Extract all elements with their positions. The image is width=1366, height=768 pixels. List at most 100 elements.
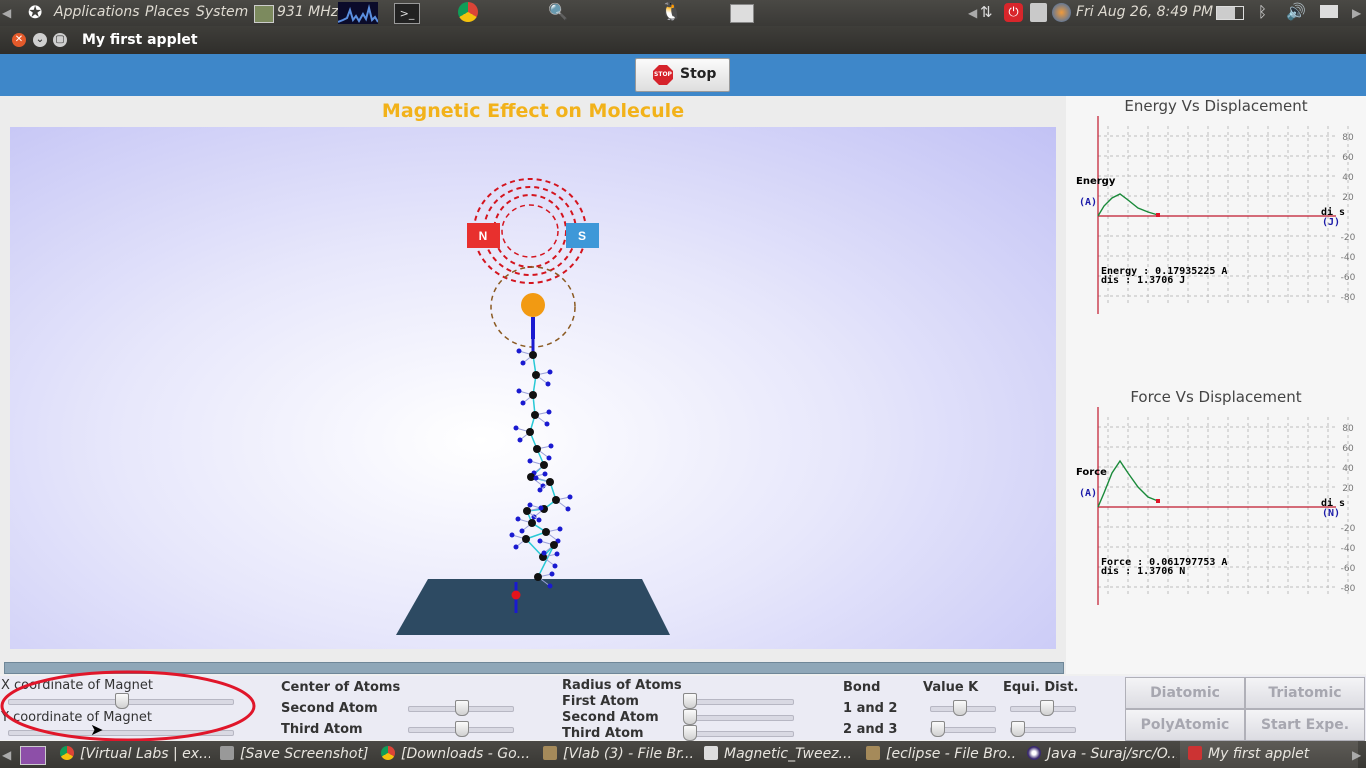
force-graph-title: Force Vs Displacement [1130,388,1302,406]
taskbar-left-arrow-icon[interactable]: ◀ [2,748,11,762]
stop-button-label: Stop [680,66,717,82]
tick-label: 40 [1342,173,1354,183]
terminal-icon[interactable]: >_ [394,3,420,24]
tick-label: -40 [1341,544,1356,554]
minimize-window-icon[interactable]: ⌄ [33,33,47,47]
value-k-label: Value K [923,680,979,695]
system-monitor-graph-icon[interactable] [338,2,378,24]
radius-second-atom-thumb[interactable] [683,709,697,725]
simulation-title: Magnetic Effect on Molecule [381,100,685,122]
close-window-icon[interactable]: ✕ [12,33,26,47]
x-magnet-slider-thumb[interactable] [115,693,129,709]
places-menu[interactable]: Places [145,4,190,20]
task-downloads[interactable]: [Downloads - Go... [381,741,531,768]
maximize-window-icon[interactable]: ▢ [53,33,67,47]
y-axis-name: Energy [1076,176,1116,187]
tick-label: -60 [1341,273,1356,283]
applications-menu[interactable]: Applications [54,4,140,20]
task-magnetic-tweez[interactable]: Magnetic_Tweez... [704,741,854,768]
panel-left-arrow-icon[interactable]: ◀ [2,6,11,20]
tick-label: 60 [1342,153,1354,163]
screenshot-tool-icon[interactable] [730,4,754,23]
cpu-chip-icon [254,5,274,23]
start-experiment-button[interactable]: Start Expe. [1245,709,1365,741]
tux-penguin-icon[interactable]: 🐧 [660,1,682,22]
bond-1-2-dist-thumb[interactable] [1040,700,1054,716]
panel-right-arrow-icon[interactable]: ◀ [968,6,977,20]
panel-scroll-right-icon[interactable]: ▶ [1352,6,1361,20]
center-of-atoms-label: Center of Atoms [281,680,401,695]
folder-icon [543,746,557,760]
tick-label: 80 [1342,133,1354,143]
tick-label: -60 [1341,564,1356,574]
readout-displacement: dis : 1.3706 N [1101,565,1185,577]
volume-icon[interactable]: 🔊 [1286,2,1306,21]
current-point-marker [1156,499,1160,503]
radius-third-atom-thumb[interactable] [683,725,697,741]
molecule-chain [509,339,573,589]
anchor-atom-red [511,590,521,600]
window-titlebar: ✕ ⌄ ▢ My first applet [0,26,1366,54]
mouse-cursor-icon: ➤ [90,720,104,739]
first-atom-orange [521,293,545,317]
energy-graph-title: Energy Vs Displacement [1124,97,1308,115]
bond-1-2-k-thumb[interactable] [953,700,967,716]
task-save-screenshot[interactable]: [Save Screenshot] [220,741,370,768]
bond-label: Bond [843,680,881,695]
trash-icon[interactable] [1030,3,1047,22]
equi-dist-label: Equi. Dist. [1003,680,1079,695]
ubuntu-logo-icon[interactable]: ✪ [28,3,42,23]
tick-label: -40 [1341,253,1356,263]
tick-label: 40 [1342,464,1354,474]
magnet-north-label: N [479,229,488,243]
chrome-launcher-icon[interactable] [458,2,478,22]
browser-globe-icon[interactable] [1052,3,1071,22]
triatomic-button[interactable]: Triatomic [1245,677,1365,709]
bond-2-3-k-thumb[interactable] [931,721,945,737]
task-virtual-labs[interactable]: [Virtual Labs | ex... [60,741,210,768]
tick-label: -80 [1341,584,1356,594]
task-my-first-applet[interactable]: My first applet [1180,741,1358,768]
radius-first-atom-thumb[interactable] [683,693,697,709]
power-icon[interactable]: ⏻ [1004,3,1023,22]
horizontal-scrollbar[interactable] [4,662,1064,674]
center-third-atom-thumb[interactable] [455,721,469,737]
network-updown-icon[interactable]: ⇅ [980,3,993,21]
show-desktop-icon[interactable] [20,746,46,765]
radius-of-atoms-label: Radius of Atoms [562,678,682,693]
task-eclipse-file-browser[interactable]: [eclipse - File Bro... [866,741,1016,768]
taskbar-right-arrow-icon[interactable]: ▶ [1352,748,1361,762]
center-third-atom-label: Third Atom [281,722,363,737]
stop-button[interactable]: STOP Stop [635,58,730,92]
tick-label: 60 [1342,444,1354,454]
radius-second-atom-track[interactable] [686,715,794,721]
x-magnet-label: X coordinate of Magnet [1,678,153,693]
bond-2-3-label: 2 and 3 [843,722,898,737]
tick-label: 20 [1342,484,1354,494]
tick-label: 20 [1342,193,1354,203]
radius-third-atom-track[interactable] [686,731,794,737]
bond-2-3-dist-thumb[interactable] [1011,721,1025,737]
camera-icon [220,746,234,760]
diatomic-button[interactable]: Diatomic [1125,677,1245,709]
readout-displacement: dis : 1.3706 J [1101,274,1185,286]
system-menu[interactable]: System [196,4,248,20]
radius-first-atom-track[interactable] [686,699,794,705]
clock[interactable]: Fri Aug 26, 8:49 PM [1076,4,1213,20]
task-java-eclipse[interactable]: Java - Suraj/src/O... [1027,741,1177,768]
task-vlab-file-browser[interactable]: [Vlab (3) - File Br... [543,741,693,768]
center-second-atom-thumb[interactable] [455,700,469,716]
battery-icon[interactable] [1216,6,1244,20]
polyatomic-button[interactable]: PolyAtomic [1125,709,1245,741]
energy-graph: 80604020-20-40-60-80Energy(A)di s(J)Ener… [1076,116,1356,314]
cpu-frequency: 931 MHz [277,4,339,20]
radius-second-atom-label: Second Atom [562,710,659,725]
bond-1-2-label: 1 and 2 [843,701,898,716]
mail-envelope-icon[interactable] [1320,5,1338,18]
tick-label: -80 [1341,293,1356,303]
search-magnifier-icon[interactable]: 🔍 [548,2,568,21]
simulation-canvas[interactable]: N S [10,127,1056,649]
bluetooth-icon[interactable]: ᛒ [1258,3,1267,21]
y-magnet-slider-track[interactable] [8,730,234,736]
x-axis-unit: (N) [1322,508,1340,519]
